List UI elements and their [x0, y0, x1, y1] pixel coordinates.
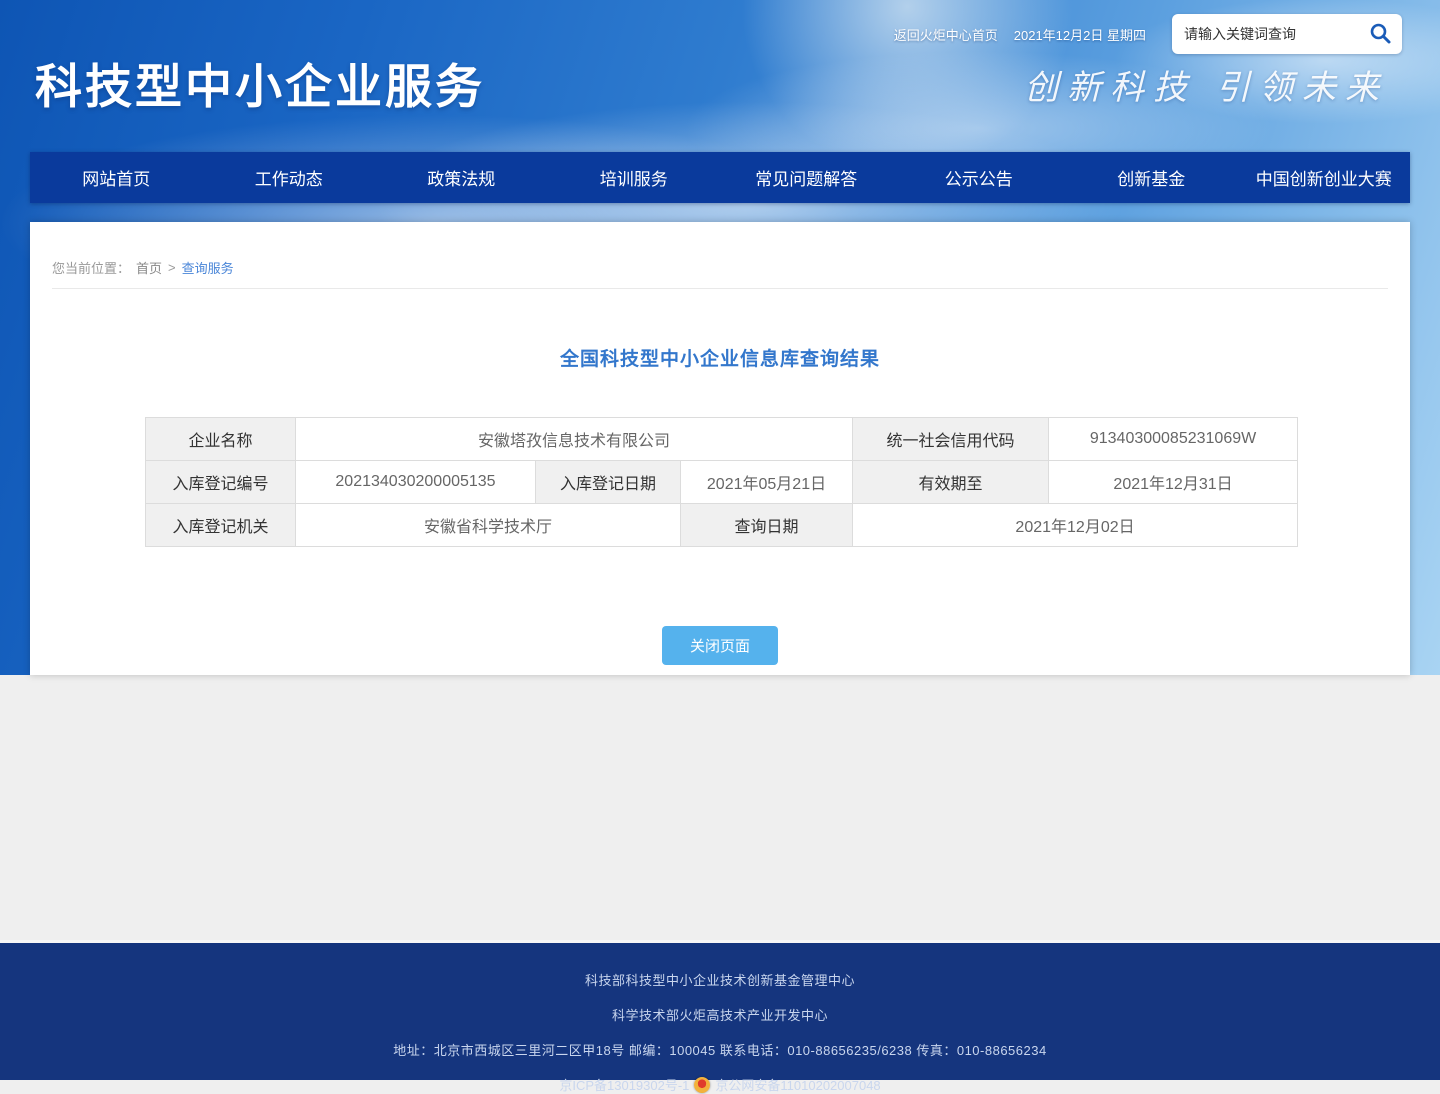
search-icon: [1368, 21, 1392, 48]
table-row-registration: 入库登记编号 202134030200005135 入库登记日期 2021年05…: [146, 461, 1298, 504]
registration-number-value: 202134030200005135: [296, 461, 536, 504]
footer-org-line-1: 科技部科技型中小企业技术创新基金管理中心: [0, 970, 1440, 989]
search-button[interactable]: [1365, 19, 1394, 49]
registration-number-label: 入库登记编号: [146, 461, 296, 504]
page-footer: 科技部科技型中小企业技术创新基金管理中心 科学技术部火炬高技术产业开发中心 地址…: [0, 940, 1440, 1080]
breadcrumb-current-link[interactable]: 查询服务: [182, 258, 234, 277]
site-logo-title: 科技型中小企业服务: [35, 48, 485, 117]
footer-address-line: 地址：北京市西城区三里河二区甲18号 邮编：100045 联系电话：010-88…: [0, 1040, 1440, 1059]
company-name-label: 企业名称: [146, 418, 296, 461]
breadcrumb-divider: [52, 288, 1388, 289]
nav-item-announcements[interactable]: 公示公告: [893, 152, 1066, 203]
query-date-label: 查询日期: [681, 504, 853, 547]
query-result-table: 企业名称 安徽塔孜信息技术有限公司 统一社会信用代码 9134030008523…: [145, 417, 1298, 547]
nav-item-training[interactable]: 培训服务: [548, 152, 721, 203]
credit-code-label: 统一社会信用代码: [853, 418, 1049, 461]
footer-icp-line: 京ICP备13019302号-1 京公网安备11010202007048: [0, 1075, 1440, 1094]
nav-item-innovation-contest[interactable]: 中国创新创业大赛: [1238, 152, 1411, 203]
page-title: 全国科技型中小企业信息库查询结果: [30, 344, 1410, 371]
top-bar: 返回火炬中心首页 2021年12月2日 星期四: [894, 14, 1402, 54]
registration-date-value: 2021年05月21日: [681, 461, 853, 504]
nav-item-home[interactable]: 网站首页: [30, 152, 203, 203]
breadcrumb-separator: >: [168, 260, 176, 275]
back-to-torch-center-link[interactable]: 返回火炬中心首页: [894, 25, 998, 44]
nav-item-faq[interactable]: 常见问题解答: [720, 152, 893, 203]
police-record-link[interactable]: 京公网安备11010202007048: [715, 1075, 880, 1094]
table-row-authority: 入库登记机关 安徽省科学技术厅 查询日期 2021年12月02日: [146, 504, 1298, 547]
registration-authority-label: 入库登记机关: [146, 504, 296, 547]
nav-item-work-news[interactable]: 工作动态: [203, 152, 376, 203]
nav-item-innovation-fund[interactable]: 创新基金: [1065, 152, 1238, 203]
main-navigation: 网站首页 工作动态 政策法规 培训服务 常见问题解答 公示公告 创新基金 中国创…: [30, 152, 1410, 203]
icp-record-link[interactable]: 京ICP备13019302号-1: [559, 1075, 689, 1094]
police-badge-icon: [694, 1077, 710, 1093]
breadcrumb-prefix: 您当前位置：: [52, 258, 130, 277]
main-content-panel: 您当前位置： 首页 > 查询服务 全国科技型中小企业信息库查询结果 企业名称 安…: [30, 222, 1410, 675]
company-name-value: 安徽塔孜信息技术有限公司: [296, 418, 853, 461]
valid-until-value: 2021年12月31日: [1049, 461, 1298, 504]
breadcrumb-home-link[interactable]: 首页: [136, 258, 162, 277]
search-box: [1172, 14, 1402, 54]
close-page-button[interactable]: 关闭页面: [662, 626, 778, 665]
credit-code-value: 91340300085231069W: [1049, 418, 1298, 461]
nav-item-policies[interactable]: 政策法规: [375, 152, 548, 203]
current-date-text: 2021年12月2日 星期四: [1014, 25, 1146, 44]
table-row-company: 企业名称 安徽塔孜信息技术有限公司 统一社会信用代码 9134030008523…: [146, 418, 1298, 461]
breadcrumb: 您当前位置： 首页 > 查询服务: [52, 258, 234, 277]
valid-until-label: 有效期至: [853, 461, 1049, 504]
query-date-value: 2021年12月02日: [853, 504, 1298, 547]
search-input[interactable]: [1184, 26, 1365, 42]
footer-org-line-2: 科学技术部火炬高技术产业开发中心: [0, 1005, 1440, 1024]
registration-authority-value: 安徽省科学技术厅: [296, 504, 681, 547]
registration-date-label: 入库登记日期: [536, 461, 681, 504]
site-slogan: 创新科技 引领未来: [1024, 60, 1388, 109]
